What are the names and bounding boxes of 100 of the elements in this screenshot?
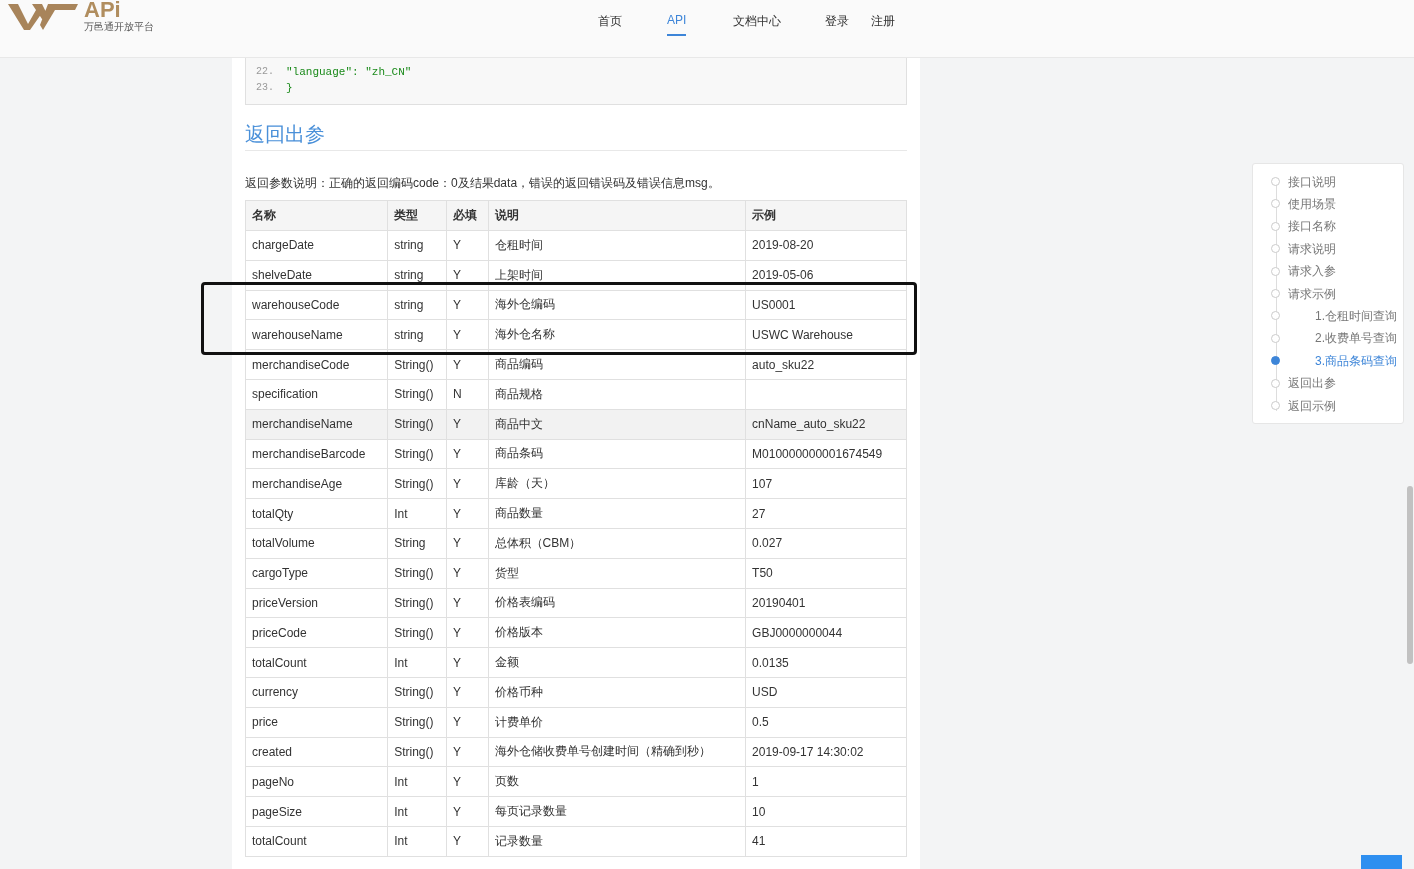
table-cell: N [446,379,489,410]
table-cell: totalCount [245,647,388,678]
table-cell: totalQty [245,498,388,529]
table-cell: Int [387,826,447,857]
table-cell: Y [446,528,489,559]
table-cell: currency [245,677,388,708]
scrollbar-thumb[interactable] [1407,486,1413,664]
table-cell: warehouseCode [245,290,388,320]
code-line: "language": "zh_CN" [286,65,412,80]
table-cell: GBJ0000000044 [745,617,907,648]
table-cell: Int [387,498,447,529]
table-cell: Y [446,677,489,708]
nav-link[interactable]: API [667,13,733,36]
table-cell: cargoType [245,558,388,589]
logo-text: APi [84,0,122,22]
column-header: 类型 [387,200,447,231]
table-cell: chargeDate [245,230,388,261]
table-cell: String [387,528,447,559]
nav-link[interactable]: 文档中心 [733,13,825,39]
table-cell: T50 [745,558,907,589]
table-cell: USWC Warehouse [745,319,907,350]
table-cell: 记录数量 [488,826,746,857]
table-cell: String() [387,379,447,410]
table-cell: USD [745,677,907,708]
table-cell: priceVersion [245,588,388,618]
table-cell: pageNo [245,766,388,797]
section-title: 返回出参 [245,121,907,151]
table-cell: Y [446,498,489,529]
table-cell: Y [446,409,489,440]
toc-item[interactable]: 接口名称 [1253,215,1403,239]
table-cell: String() [387,409,447,440]
table-cell: priceCode [245,617,388,648]
table-cell: merchandiseAge [245,468,388,499]
toc-item[interactable]: 请求说明 [1253,238,1403,261]
table-cell: Int [387,647,447,678]
table-cell: 27 [745,498,907,529]
toc-item[interactable]: 2.收费单号查询 [1253,327,1403,351]
table-cell: Y [446,468,489,499]
table-cell: pageSize [245,796,388,827]
table-cell: 0.027 [745,528,907,559]
table-cell: 页数 [488,766,746,797]
table-cell: Y [446,737,489,767]
table-cell: totalVolume [245,528,388,559]
toc-item[interactable]: 返回示例 [1253,394,1403,418]
table-cell: 金额 [488,647,746,678]
code-line: } [286,81,293,96]
toc-item[interactable]: 返回出参 [1253,372,1403,395]
table-cell: 计费单价 [488,707,746,738]
line-number: 22. [256,65,275,79]
table-cell: 1 [745,766,907,797]
column-header: 名称 [245,200,388,231]
back-to-top-button[interactable] [1361,855,1402,869]
logo-subtitle: 万邑通开放平台 [84,22,154,32]
table-cell: Y [446,558,489,589]
table-cell: specification [245,379,388,410]
table-cell: 0.5 [745,707,907,738]
table-cell: Y [446,230,489,261]
table-cell: String() [387,617,447,648]
toc-item[interactable]: 3.商品条码查询 [1253,350,1403,373]
table-cell: 41 [745,826,907,857]
table-cell: string [387,230,447,261]
toc-item[interactable]: 接口说明 [1253,171,1403,194]
table-cell: 价格表编码 [488,588,746,618]
table-cell: Y [446,319,489,350]
table-cell: Y [446,766,489,797]
nav-link[interactable]: 首页 [598,13,667,39]
table-cell: 商品数量 [488,498,746,529]
nav-link[interactable]: 注册 [871,13,911,39]
table-cell: 2019-08-20 [745,230,907,261]
column-header: 必填 [446,200,489,231]
table-cell: 商品中文 [488,409,746,440]
table-cell: String() [387,737,447,767]
table-cell: merchandiseName [245,409,388,440]
line-number: 23. [256,81,275,95]
toc-item[interactable]: 1.仓租时间查询 [1253,305,1403,328]
toc-item[interactable]: 请求示例 [1253,282,1403,306]
table-cell: Y [446,647,489,678]
table-cell: String() [387,468,447,499]
table-cell: totalCount [245,826,388,857]
table-cell: 仓租时间 [488,230,746,261]
table-cell: Y [446,617,489,648]
table-cell: 价格币种 [488,677,746,708]
table-cell: 商品条码 [488,439,746,469]
table-cell: 海外仓编码 [488,290,746,320]
table-cell: Y [446,707,489,738]
table-cell: Y [446,588,489,618]
table-cell: 2019-09-17 14:30:02 [745,737,907,767]
table-cell: string [387,319,447,350]
table-cell: 每页记录数量 [488,796,746,827]
toc-item[interactable]: 请求入参 [1253,260,1403,283]
table-cell: Y [446,290,489,320]
table-cell: M010000000001674549 [745,439,907,469]
table-cell: merchandiseBarcode [245,439,388,469]
nav-link[interactable]: 登录 [825,13,871,39]
toc-item[interactable]: 使用场景 [1253,193,1403,216]
table-cell: String() [387,677,447,708]
table-cell: 107 [745,468,907,499]
table-cell: Y [446,439,489,469]
table-cell: 0.0135 [745,647,907,678]
table-cell: 海外仓储收费单号创建时间（精确到秒） [488,737,746,767]
